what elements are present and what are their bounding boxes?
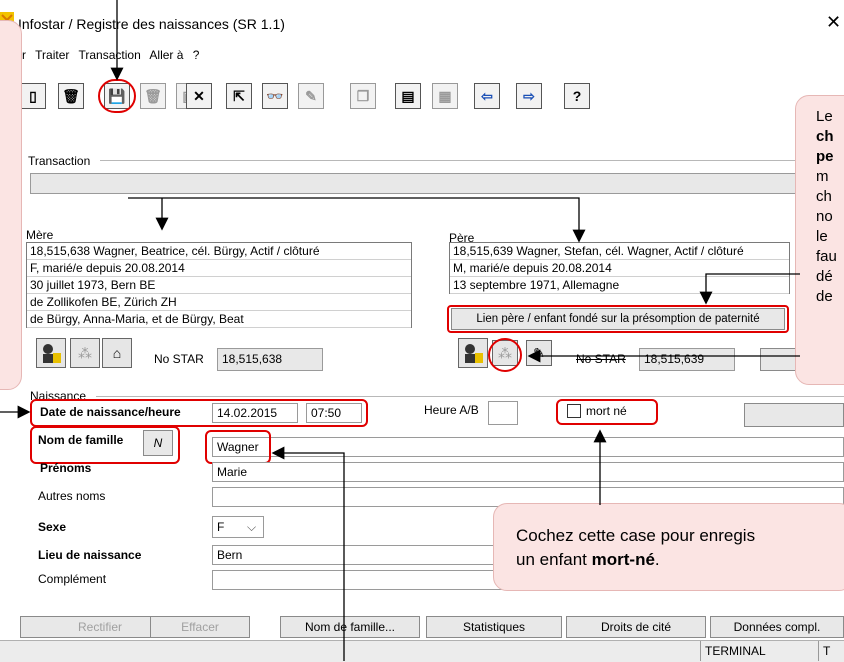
prenoms-field[interactable]: Marie <box>212 462 844 482</box>
arrow-right-icon[interactable]: ⇨ <box>516 83 542 109</box>
donnees-compl-button[interactable]: Données compl. <box>710 616 844 638</box>
mort-ne-callout-suffix: . <box>654 550 660 569</box>
pere-line: 13 septembre 1971, Allemagne <box>450 277 789 294</box>
callout-text-line: dé <box>816 268 833 285</box>
transaction-field[interactable] <box>30 173 844 194</box>
close-x-icon[interactable]: ✕ <box>186 83 212 109</box>
droits-de-cite-button[interactable]: Droits de cité <box>566 616 706 638</box>
mere-nostar-label: No STAR <box>154 352 204 366</box>
trash-icon[interactable]: 🗑 <box>58 83 84 109</box>
edit-disabled-icon: ✎ <box>298 83 324 109</box>
arrow-left-icon[interactable]: ⇦ <box>474 83 500 109</box>
mort-ne-callout-line1: Cochez cette case pour enregis <box>516 526 756 545</box>
nom-famille-field[interactable]: Wagner <box>212 437 844 457</box>
autres-noms-label: Autres noms <box>38 489 106 503</box>
right-callout-bubble: Le ch pe m ch no le fau dé de <box>795 95 844 385</box>
pere-line: M, marié/e depuis 20.08.2014 <box>450 260 789 277</box>
mere-line: 18,515,638 Wagner, Beatrice, cél. Bürgy,… <box>27 243 411 260</box>
statistiques-button[interactable]: Statistiques <box>426 616 562 638</box>
transaction-rule <box>100 160 844 161</box>
help-icon[interactable]: ? <box>564 83 590 109</box>
mere-line: de Bürgy, Anna-Maria, et de Bürgy, Beat <box>27 311 411 328</box>
mere-label: Mère <box>26 228 54 242</box>
mere-line: 30 juillet 1973, Bern BE <box>27 277 411 294</box>
mere-line: F, marié/e depuis 20.08.2014 <box>27 260 411 277</box>
trash-disabled-icon: 🗑 <box>140 83 166 109</box>
pere-line: 18,515,639 Wagner, Stefan, cél. Wagner, … <box>450 243 789 260</box>
document-icon[interactable]: ▤ <box>395 83 421 109</box>
pere-nostar-label: No STAR <box>576 352 626 366</box>
binoculars-pere-highlight <box>488 338 522 372</box>
callout-text-line: ch <box>816 188 832 205</box>
nom-de-famille-button[interactable]: Nom de famille... <box>280 616 420 638</box>
status-t: T <box>818 641 844 661</box>
menu-help[interactable]: ? <box>193 48 200 62</box>
save-highlight <box>98 79 136 113</box>
callout-text-line: m <box>816 168 829 185</box>
heure-ab-label: Heure A/B <box>424 403 479 417</box>
pere-nostar-field: 18,515,639 <box>639 348 735 371</box>
left-callout-bubble <box>0 20 22 390</box>
mort-ne-callout-prefix: un enfant <box>516 550 592 569</box>
callout-text-line: ch <box>816 128 834 145</box>
window-title: Infostar / Registre des naissances (SR 1… <box>18 16 285 32</box>
heure-ab-field[interactable] <box>488 401 518 425</box>
copy-disabled-icon: ❐ <box>350 83 376 109</box>
transaction-label: Transaction <box>28 154 91 168</box>
nom-label-highlight <box>30 426 180 464</box>
sexe-label: Sexe <box>38 520 67 534</box>
callout-text-line: le <box>816 228 828 245</box>
close-icon[interactable]: ✕ <box>826 12 841 33</box>
home-icon[interactable]: ⌂ <box>102 338 132 368</box>
chevron-down-icon: ⌵ <box>247 520 257 534</box>
effacer-button: Effacer <box>150 616 250 638</box>
pere-listbox[interactable]: 18,515,639 Wagner, Stefan, cél. Wagner, … <box>449 242 790 294</box>
sexe-value: F <box>217 520 225 534</box>
menu-bar: chier Traiter Transaction Aller à ? <box>0 48 205 62</box>
date-highlight <box>30 399 368 427</box>
callout-text-line: fau <box>816 248 837 265</box>
open-document-icon[interactable]: ⇱ <box>226 83 252 109</box>
binoculars-icon[interactable]: 👓 <box>262 83 288 109</box>
nom-value-highlight <box>205 430 271 464</box>
mere-listbox[interactable]: 18,515,638 Wagner, Beatrice, cél. Bürgy,… <box>26 242 412 328</box>
menu-transaction[interactable]: Transaction <box>79 48 141 62</box>
right-blank-button[interactable] <box>744 403 844 427</box>
person-search-icon[interactable] <box>36 338 66 368</box>
mort-ne-callout: Cochez cette case pour enregis un enfant… <box>493 503 844 591</box>
person-search-pere-icon[interactable] <box>458 338 488 368</box>
menu-traiter[interactable]: Traiter <box>35 48 69 62</box>
lieu-naissance-label: Lieu de naissance <box>38 548 142 562</box>
status-terminal: TERMINAL <box>700 641 814 661</box>
sexe-select[interactable]: F ⌵ <box>212 516 264 538</box>
callout-text-line: Le <box>816 108 833 125</box>
binoculars-mere-icon: ⁂ <box>70 338 100 368</box>
new-document-icon[interactable]: ▯ <box>20 83 46 109</box>
preview-disabled-icon: ▦ <box>432 83 458 109</box>
complement-label: Complément <box>38 572 107 586</box>
callout-text-line: pe <box>816 148 834 165</box>
menu-aller-a[interactable]: Aller à <box>149 48 183 62</box>
callout-text-line: no <box>816 208 833 225</box>
mort-ne-callout-bold: mort-né <box>591 550 655 569</box>
mort-ne-highlight <box>556 399 658 425</box>
edit-pere-icon[interactable]: ✎ <box>526 340 552 366</box>
naissance-rule <box>96 396 844 397</box>
prenoms-label: Prénoms <box>40 461 92 475</box>
mere-nostar-field: 18,515,638 <box>217 348 323 371</box>
callout-text-line: de <box>816 288 833 305</box>
lien-highlight <box>447 305 789 333</box>
mere-line: de Zollikofen BE, Zürich ZH <box>27 294 411 311</box>
